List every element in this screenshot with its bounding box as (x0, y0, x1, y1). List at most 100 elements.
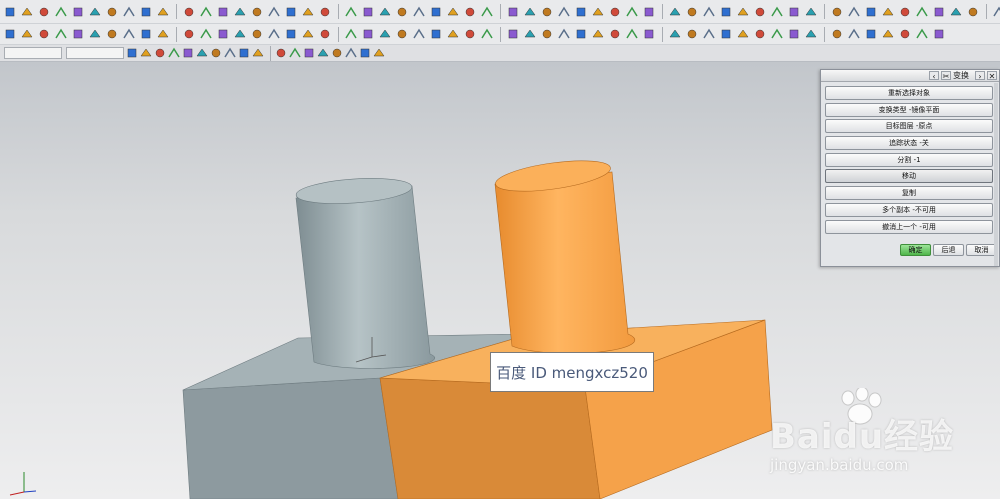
split-icon[interactable] (607, 4, 622, 19)
draft-icon[interactable] (556, 4, 571, 19)
center-icon[interactable] (275, 47, 287, 59)
offset2-icon[interactable] (752, 27, 767, 42)
cube-blue-icon[interactable] (266, 27, 281, 42)
hook-icon[interactable] (87, 27, 102, 42)
web-icon[interactable] (624, 27, 639, 42)
blend2-icon[interactable] (735, 27, 750, 42)
cancel-button[interactable]: 取消 (966, 244, 997, 256)
render-icon[interactable] (769, 4, 784, 19)
cube-icon[interactable] (249, 4, 264, 19)
copy-button[interactable]: 复制 (825, 186, 993, 201)
transform-type-button[interactable]: 变换类型 -镜像平面 (825, 102, 993, 117)
feature2-icon[interactable] (846, 27, 861, 42)
joint-icon[interactable] (53, 27, 68, 42)
tools-icon[interactable] (53, 4, 68, 19)
cube3-icon[interactable] (373, 47, 385, 59)
plane2-icon[interactable] (359, 47, 371, 59)
trim2-icon[interactable] (769, 27, 784, 42)
trim-icon[interactable] (590, 4, 605, 19)
show-icon[interactable] (803, 4, 818, 19)
info-icon[interactable] (931, 27, 946, 42)
fillet-icon[interactable] (181, 4, 196, 19)
chamfer2-icon[interactable] (667, 27, 682, 42)
cylinder-blue-icon[interactable] (300, 27, 315, 42)
bend-icon[interactable] (104, 27, 119, 42)
layer2-icon[interactable] (880, 27, 895, 42)
reselect-objects-button[interactable]: 重新选择对象 (825, 86, 993, 100)
hole-icon[interactable] (317, 4, 332, 19)
select2-icon[interactable] (196, 47, 208, 59)
union-icon[interactable] (360, 27, 375, 42)
snap-icon[interactable] (880, 4, 895, 19)
emboss-icon[interactable] (590, 27, 605, 42)
project-icon[interactable] (232, 27, 247, 42)
groove-icon[interactable] (411, 4, 426, 19)
patch-icon[interactable] (641, 4, 656, 19)
block-blue-icon[interactable] (283, 27, 298, 42)
dialog-scrollbar[interactable] (994, 83, 998, 266)
close-icon[interactable]: ✕ (987, 71, 997, 81)
lasso-icon[interactable] (210, 47, 222, 59)
measure2-icon[interactable] (897, 27, 912, 42)
curve4-icon[interactable] (345, 47, 357, 59)
color-icon[interactable] (846, 4, 861, 19)
ok-button[interactable]: 确定 (900, 244, 931, 256)
pattern-icon[interactable] (411, 27, 426, 42)
dot-icon[interactable] (2, 27, 17, 42)
vector-icon[interactable] (479, 27, 494, 42)
filter-icon[interactable] (182, 47, 194, 59)
move-button[interactable]: 移动 (825, 169, 993, 184)
extend-icon[interactable] (786, 27, 801, 42)
intersect-icon[interactable] (701, 4, 716, 19)
boolean-icon[interactable] (377, 27, 392, 42)
pad-icon[interactable] (377, 4, 392, 19)
layer-icon[interactable] (829, 4, 844, 19)
replace-icon[interactable] (522, 27, 537, 42)
bridge-icon[interactable] (249, 27, 264, 42)
curve3-icon[interactable] (718, 27, 733, 42)
selection-filter-dropdown[interactable] (4, 47, 62, 59)
pan-icon[interactable] (931, 4, 946, 19)
cylinder-icon[interactable] (283, 4, 298, 19)
view-icon[interactable] (752, 4, 767, 19)
wave-icon[interactable] (121, 4, 136, 19)
square-icon[interactable] (198, 4, 213, 19)
dialog-title-bar[interactable]: ‹ ✂ 变换 › ✕ (821, 70, 999, 82)
sphere-icon[interactable] (232, 4, 247, 19)
block-icon[interactable] (266, 4, 281, 19)
curve-icon[interactable] (104, 4, 119, 19)
square2-icon[interactable] (70, 27, 85, 42)
tangent-icon[interactable] (317, 47, 329, 59)
subtract-icon[interactable] (684, 4, 699, 19)
point3-icon[interactable] (224, 47, 236, 59)
flange-icon[interactable] (556, 27, 571, 42)
orient-icon[interactable] (991, 4, 1000, 19)
edit2-icon[interactable] (505, 27, 520, 42)
point2-icon[interactable] (462, 27, 477, 42)
subdivide-button[interactable]: 分割 -1 (825, 152, 993, 167)
edge2-icon[interactable] (684, 27, 699, 42)
undo-last-button[interactable]: 撤消上一个 -可用 (825, 219, 993, 234)
sew-icon[interactable] (624, 4, 639, 19)
offset-icon[interactable] (573, 4, 588, 19)
arrow-icon[interactable] (19, 27, 34, 42)
slot-icon[interactable] (394, 4, 409, 19)
zoom-icon[interactable] (914, 4, 929, 19)
measure-icon[interactable] (718, 4, 733, 19)
spline2-icon[interactable] (215, 27, 230, 42)
extrude-icon[interactable] (428, 4, 443, 19)
vertex-icon[interactable] (70, 4, 85, 19)
split2-icon[interactable] (803, 27, 818, 42)
wireframe-icon[interactable] (126, 47, 138, 59)
move-icon[interactable] (428, 27, 443, 42)
face3-icon[interactable] (154, 47, 166, 59)
rotate-icon[interactable] (948, 4, 963, 19)
target-layer-button[interactable]: 目标图层 -原点 (825, 119, 993, 134)
edge3-icon[interactable] (140, 47, 152, 59)
offset-curve-icon[interactable] (198, 27, 213, 42)
back-button[interactable]: 后退 (933, 244, 964, 256)
blend-icon[interactable] (522, 4, 537, 19)
unite-icon[interactable] (667, 4, 682, 19)
shell-blue-icon[interactable] (317, 27, 332, 42)
orange-cylinder[interactable] (494, 155, 636, 354)
